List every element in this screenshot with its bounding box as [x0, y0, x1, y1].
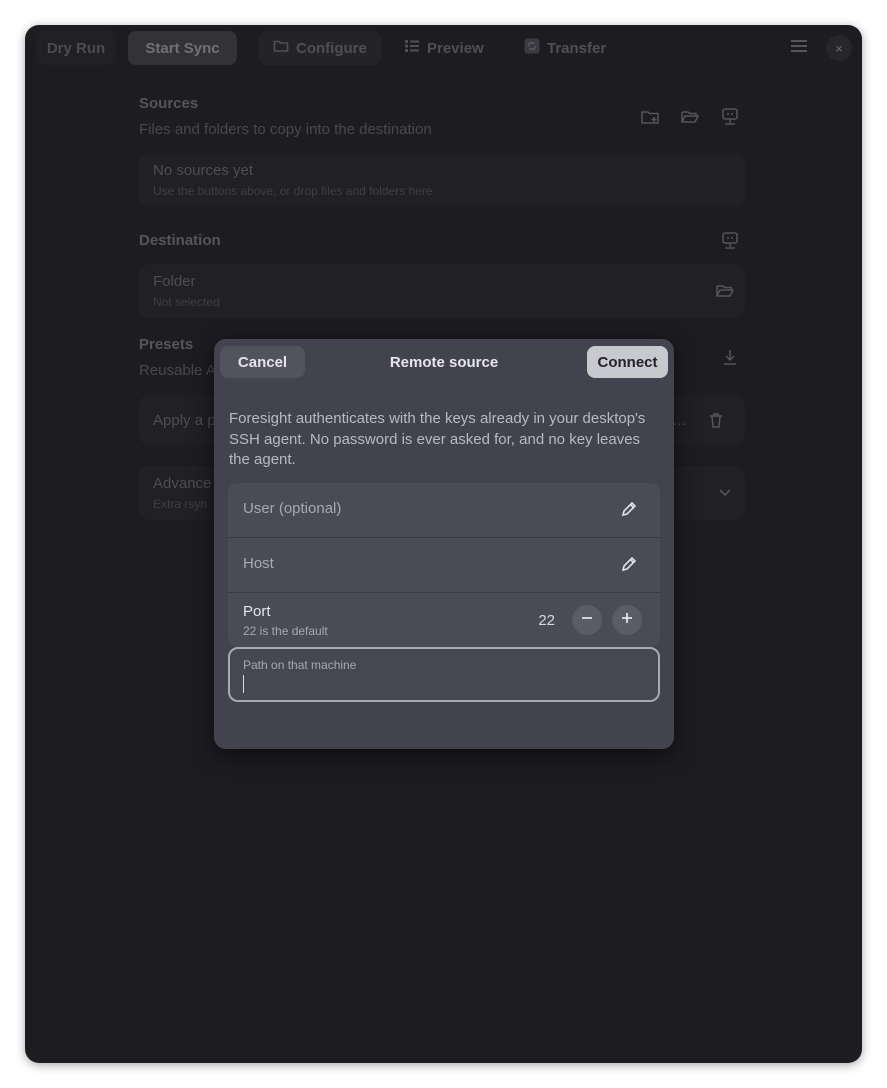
pencil-icon[interactable]: [620, 500, 638, 518]
main-menu-button[interactable]: [785, 35, 813, 61]
path-input-label: Path on that machine: [243, 658, 357, 672]
tab-configure[interactable]: Configure: [259, 31, 381, 65]
sources-empty-sub: Use the buttons above, or drop files and…: [153, 184, 433, 198]
folder-icon: [273, 38, 289, 58]
list-icon: [404, 38, 420, 58]
path-input[interactable]: Path on that machine: [228, 647, 660, 702]
destination-folder-row[interactable]: Folder Not selected: [139, 264, 745, 318]
preset-apply-label: Apply a p: [153, 412, 216, 429]
sources-title: Sources: [139, 95, 199, 112]
close-button[interactable]: ×: [826, 35, 852, 61]
hamburger-icon: [791, 39, 807, 58]
pencil-icon[interactable]: [620, 555, 638, 573]
tab-transfer[interactable]: Transfer: [510, 31, 620, 65]
connection-fields: User (optional) Host Port 22 is the defa…: [228, 483, 660, 647]
plus-icon: [621, 611, 633, 629]
user-field-label: User (optional): [243, 500, 342, 517]
tab-preview-label: Preview: [427, 39, 484, 57]
sources-subtitle: Files and folders to copy into the desti…: [139, 121, 432, 138]
start-sync-button[interactable]: Start Sync: [128, 31, 237, 65]
port-decrement-button[interactable]: [572, 605, 602, 635]
destination-folder-sub: Not selected: [153, 295, 220, 309]
delete-icon[interactable]: [706, 410, 726, 430]
presets-subtitle: Reusable A: [139, 362, 216, 379]
minus-icon: [581, 611, 593, 629]
add-folder-icon[interactable]: [640, 107, 660, 127]
tab-configure-label: Configure: [296, 39, 367, 57]
presets-title: Presets: [139, 336, 194, 353]
advanced-title: Advance: [153, 475, 212, 492]
port-increment-button[interactable]: [612, 605, 642, 635]
open-folder-icon[interactable]: [680, 107, 700, 127]
choose-folder-icon[interactable]: [715, 281, 735, 301]
connect-button[interactable]: Connect: [587, 346, 668, 378]
advanced-sub: Extra rsyn: [153, 497, 208, 511]
close-icon: ×: [835, 40, 843, 56]
port-value[interactable]: 22: [525, 612, 555, 629]
dry-run-button[interactable]: Dry Run: [36, 31, 116, 65]
tab-preview[interactable]: Preview: [390, 31, 498, 65]
download-icon[interactable]: [720, 347, 740, 367]
chevron-down-icon: [715, 482, 735, 502]
port-spin-row: Port 22 is the default 22: [228, 593, 660, 647]
dialog-description: Foresight authenticates with the keys al…: [229, 410, 646, 468]
host-field-label: Host: [243, 555, 274, 572]
sources-empty-title: No sources yet: [153, 162, 254, 179]
destination-title: Destination: [139, 232, 221, 249]
tab-transfer-label: Transfer: [547, 39, 607, 57]
remote-host-icon[interactable]: [720, 107, 740, 127]
remote-source-dialog: Cancel Remote source Connect Foresight a…: [214, 339, 674, 749]
remote-destination-icon[interactable]: [720, 231, 740, 251]
user-field[interactable]: User (optional): [228, 483, 660, 538]
host-field[interactable]: Host: [228, 538, 660, 593]
port-subtitle: 22 is the default: [243, 624, 328, 638]
sync-icon: [524, 38, 540, 58]
sources-empty-card: No sources yet Use the buttons above, or…: [139, 153, 745, 207]
port-title: Port: [243, 603, 271, 620]
destination-folder-title: Folder: [153, 273, 196, 290]
text-caret: [243, 675, 244, 693]
